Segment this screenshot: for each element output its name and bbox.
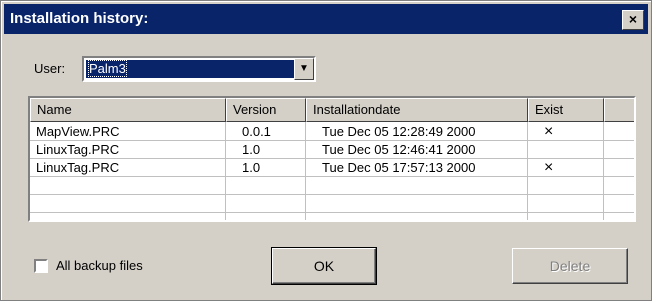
column-header-name[interactable]: Name: [30, 98, 226, 122]
cell-version: 1.0: [242, 142, 261, 157]
cell-date: Tue Dec 05 12:28:49 2000: [322, 124, 476, 139]
user-label: User:: [34, 61, 66, 76]
cell-version: 0.0.1: [242, 124, 271, 139]
exist-check-icon: ×: [544, 123, 554, 140]
column-header-installationdate[interactable]: Installationdate: [306, 98, 528, 122]
cell-name: LinuxTag.PRC: [36, 160, 120, 175]
chevron-down-icon[interactable]: ▼: [294, 58, 314, 80]
column-header-exist[interactable]: Exist: [528, 98, 604, 122]
cell-name: LinuxTag.PRC: [36, 142, 120, 157]
all-backup-files-label[interactable]: All backup files: [56, 258, 143, 273]
installation-table: Name Version Installationdate Exist MapV…: [28, 96, 636, 222]
delete-button[interactable]: Delete: [512, 248, 628, 284]
close-button[interactable]: ×: [622, 10, 644, 30]
title-bar: Installation history: ×: [4, 4, 648, 34]
cell-name: MapView.PRC: [36, 124, 120, 139]
column-header-filler: [604, 98, 634, 122]
user-select-value: Palm3: [86, 60, 294, 78]
dialog-title: Installation history:: [10, 10, 149, 27]
exist-check-icon: ×: [544, 159, 554, 176]
column-header-version[interactable]: Version: [226, 98, 306, 122]
all-backup-files-checkbox[interactable]: [34, 259, 48, 273]
user-select[interactable]: Palm3 ▼: [82, 56, 316, 82]
cell-date: Tue Dec 05 17:57:13 2000: [322, 160, 476, 175]
ok-button[interactable]: OK: [271, 247, 377, 285]
exist-check-icon: [538, 141, 544, 159]
cell-version: 1.0: [242, 160, 261, 175]
cell-date: Tue Dec 05 12:46:41 2000: [322, 142, 476, 157]
